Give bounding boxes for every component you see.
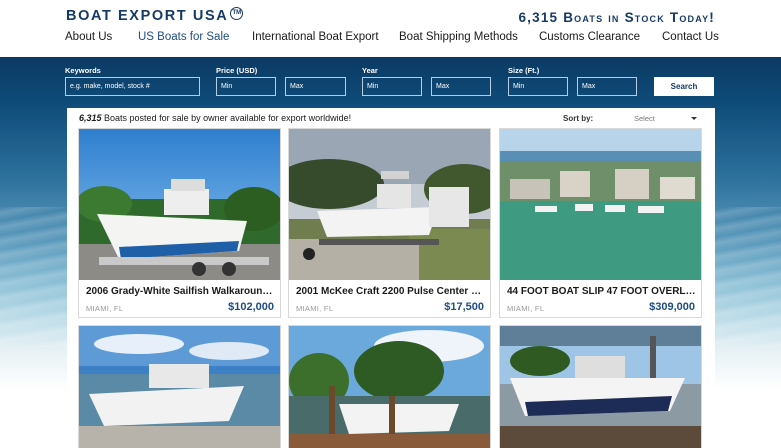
stock-count-banner: 6,315 Boats in Stock Today! (518, 10, 715, 25)
listing-card[interactable] (78, 325, 281, 448)
listing-photo[interactable] (79, 326, 280, 448)
listing-photo[interactable] (500, 326, 701, 448)
size-label: Size (Ft.) (508, 66, 540, 75)
keywords-label: Keywords (65, 66, 101, 75)
listing-photo[interactable] (289, 326, 490, 448)
size-min-input[interactable]: Min (508, 77, 568, 96)
size-max-input[interactable]: Max (577, 77, 637, 96)
price-label: Price (USD) (216, 66, 258, 75)
sort-label: Sort by: (563, 114, 594, 123)
year-label: Year (362, 66, 378, 75)
listing-title[interactable]: 44 FOOT BOAT SLIP 47 FOOT OVERLAY (507, 286, 696, 297)
year-min-input[interactable]: Min (362, 77, 422, 96)
results-description: Boats posted for sale by owner available… (101, 113, 352, 123)
listing-title[interactable]: 2006 Grady-White Sailfish Walkaround 272 (86, 286, 275, 297)
chevron-down-icon (691, 117, 697, 120)
nav-international-boat-export[interactable]: International Boat Export (252, 31, 379, 43)
listing-photo[interactable] (79, 129, 280, 280)
listing-card[interactable] (288, 325, 491, 448)
site-header: BOAT EXPORT USA TM 6,315 Boats in Stock T… (0, 0, 781, 57)
sort-select[interactable]: Select (627, 112, 701, 125)
trademark-icon: TM (230, 7, 244, 20)
listing-card[interactable]: 2001 McKee Craft 2200 Pulse Center Conso… (288, 128, 491, 318)
site-logo[interactable]: BOAT EXPORT USA TM (66, 7, 244, 24)
listing-photo[interactable] (500, 129, 701, 280)
listing-price: $102,000 (228, 301, 274, 313)
sort-selected-value: Select (634, 114, 655, 123)
listing-title[interactable]: 2001 McKee Craft 2200 Pulse Center Conso… (296, 286, 485, 297)
main-nav: About Us US Boats for Sale International… (0, 31, 781, 49)
results-panel: 6,315 Boats posted for sale by owner ava… (67, 108, 715, 448)
keywords-input[interactable]: e.g. make, model, stock # (65, 77, 200, 96)
nav-about-us[interactable]: About Us (65, 31, 112, 43)
listing-price: $17,500 (444, 301, 484, 313)
results-count: 6,315 (79, 113, 102, 123)
price-min-input[interactable]: Min (216, 77, 276, 96)
listing-card[interactable] (499, 325, 702, 448)
listing-price: $309,000 (649, 301, 695, 313)
nav-us-boats-for-sale[interactable]: US Boats for Sale (138, 31, 229, 43)
results-summary: 6,315 Boats posted for sale by owner ava… (79, 113, 351, 123)
listing-location: MIAMI, FL (296, 304, 334, 313)
logo-text: BOAT EXPORT USA (66, 8, 229, 24)
nav-contact-us[interactable]: Contact Us (662, 31, 719, 43)
nav-customs-clearance[interactable]: Customs Clearance (539, 31, 640, 43)
listing-card[interactable]: 44 FOOT BOAT SLIP 47 FOOT OVERLAY MIAMI,… (499, 128, 702, 318)
nav-boat-shipping-methods[interactable]: Boat Shipping Methods (399, 31, 518, 43)
listing-location: MIAMI, FL (86, 304, 124, 313)
search-form: Keywords e.g. make, model, stock # Price… (65, 66, 715, 102)
listing-card[interactable]: 2006 Grady-White Sailfish Walkaround 272… (78, 128, 281, 318)
listing-location: MIAMI, FL (507, 304, 545, 313)
price-max-input[interactable]: Max (285, 77, 346, 96)
search-button[interactable]: Search (654, 77, 714, 96)
listing-photo[interactable] (289, 129, 490, 280)
year-max-input[interactable]: Max (431, 77, 491, 96)
